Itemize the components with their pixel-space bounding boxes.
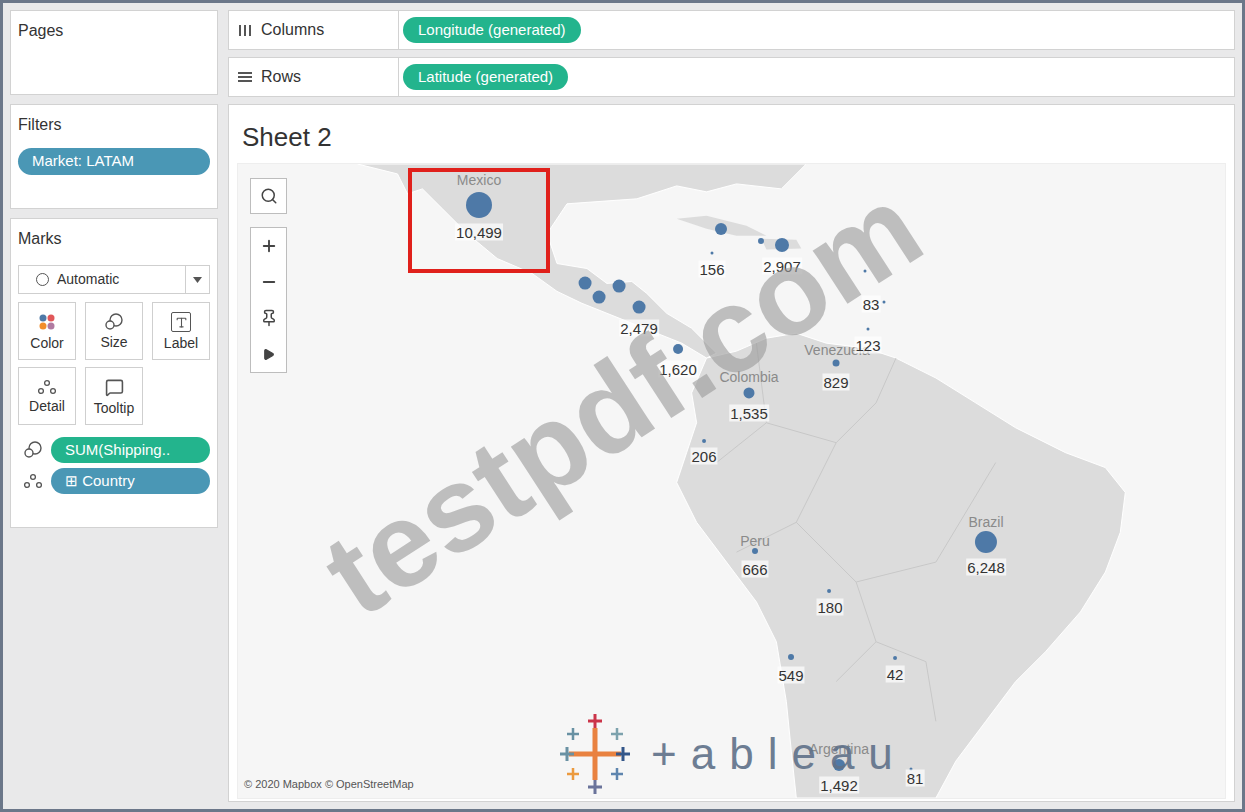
point-label: 1,620 <box>658 361 698 378</box>
play-icon <box>262 348 275 361</box>
map[interactable]: MexicoVenezuelaColombiaPeruBrazilArgenti… <box>237 163 1226 799</box>
map-point[interactable] <box>711 252 714 255</box>
map-background <box>238 164 1225 798</box>
marks-card: Marks Automatic ColorSizeLabel DetailToolti… <box>10 218 218 528</box>
point-label: 666 <box>741 561 768 578</box>
mark-button[interactable]: Size <box>85 302 143 360</box>
expand-button[interactable] <box>251 336 286 372</box>
detail-icon <box>37 379 57 395</box>
point-label: 549 <box>777 667 804 684</box>
field-pill[interactable]: ⊞ Country <box>51 468 210 494</box>
point-label: 2,479 <box>619 320 659 337</box>
map-point[interactable] <box>864 270 867 273</box>
map-point[interactable] <box>893 656 897 660</box>
tooltip-icon <box>105 378 124 397</box>
map-point[interactable] <box>633 301 646 314</box>
plus-icon <box>260 237 278 255</box>
tableau-window: Pages Filters Market: LATAM Marks Automatic C… <box>0 0 1245 812</box>
country-label: Brazil <box>968 512 1003 533</box>
map-point[interactable] <box>673 344 683 354</box>
mark-type-dropdown[interactable]: Automatic <box>18 265 210 294</box>
search-icon <box>260 187 278 205</box>
tableau-logo: +ableau <box>553 714 907 794</box>
selection-box <box>408 168 550 273</box>
point-label: 81 <box>906 770 925 787</box>
map-point[interactable] <box>743 387 754 398</box>
detail-encoding-icon <box>23 473 43 489</box>
pages-card: Pages <box>10 10 218 95</box>
size-encoding-icon <box>23 441 43 459</box>
country-label: Mexico <box>457 170 501 191</box>
map-point[interactable] <box>788 654 794 660</box>
minus-icon <box>260 273 278 291</box>
map-point[interactable] <box>466 192 492 218</box>
map-point[interactable] <box>883 301 886 304</box>
filters-card: Filters Market: LATAM <box>10 104 218 209</box>
shelf: ColumnsLongitude (generated) <box>228 10 1235 50</box>
search-button[interactable] <box>250 178 287 214</box>
map-controls <box>250 178 287 373</box>
point-label: 1,492 <box>819 777 859 794</box>
point-label: 2,907 <box>762 258 802 275</box>
shelf-pill[interactable]: Longitude (generated) <box>403 17 581 43</box>
watermark: testpdf.com <box>304 164 940 635</box>
size-icon <box>104 313 124 331</box>
map-point[interactable] <box>593 291 606 304</box>
map-point[interactable] <box>758 238 764 244</box>
map-point[interactable] <box>715 223 727 235</box>
map-point[interactable] <box>613 280 626 293</box>
zoom-out-button[interactable] <box>251 264 286 300</box>
sheet-title: Sheet 2 <box>229 105 1234 163</box>
pin-icon <box>260 309 278 327</box>
point-label: 156 <box>698 261 725 278</box>
point-label: 1,535 <box>729 405 769 422</box>
map-point[interactable] <box>752 548 758 554</box>
mark-button[interactable]: Color <box>18 302 76 360</box>
zoom-in-button[interactable] <box>251 228 286 264</box>
color-icon <box>37 312 57 332</box>
tableau-cross-icon <box>553 714 637 794</box>
map-attribution: © 2020 Mapbox © OpenStreetMap <box>244 776 414 793</box>
point-label: 42 <box>886 666 905 683</box>
sidebar: Pages Filters Market: LATAM Marks Automatic C… <box>10 10 218 802</box>
shelf-pill[interactable]: Latitude (generated) <box>403 64 568 90</box>
map-point[interactable] <box>702 439 706 443</box>
circle-icon <box>36 273 49 286</box>
map-point[interactable] <box>827 589 831 593</box>
rows-icon <box>237 70 253 84</box>
mark-field: ⊞ Country <box>18 468 210 494</box>
shelf: RowsLatitude (generated) <box>228 57 1235 97</box>
map-point[interactable] <box>579 277 592 290</box>
point-label: 83 <box>862 296 881 313</box>
map-point[interactable] <box>833 360 840 367</box>
map-point[interactable] <box>867 328 870 331</box>
caret-icon <box>193 277 202 283</box>
point-label: 6,248 <box>966 559 1006 576</box>
mark-button[interactable]: Detail <box>18 367 76 425</box>
map-point[interactable] <box>975 531 997 553</box>
mark-button[interactable]: Label <box>152 302 210 360</box>
label-icon <box>171 312 191 332</box>
worksheet: Sheet 2MexicoVenezuelaColombiaPeruBrazil… <box>228 104 1235 802</box>
point-label: 123 <box>854 337 881 354</box>
pin-button[interactable] <box>251 300 286 336</box>
filter-pill[interactable]: Market: LATAM <box>18 148 210 175</box>
field-pill[interactable]: SUM(Shipping.. <box>51 437 210 463</box>
point-label: 829 <box>822 374 849 391</box>
point-label: 206 <box>690 448 717 465</box>
country-label: Colombia <box>719 367 778 388</box>
point-label: 180 <box>816 599 843 616</box>
tableau-wordmark: +ableau <box>651 732 907 776</box>
card-title: Filters <box>18 115 210 135</box>
point-label: 10,499 <box>455 224 503 241</box>
card-title: Marks <box>18 229 210 249</box>
mark-button[interactable]: Tooltip <box>85 367 143 425</box>
card-title: Pages <box>18 21 210 41</box>
mark-field: SUM(Shipping.. <box>18 437 210 463</box>
map-point[interactable] <box>775 238 789 252</box>
columns-icon <box>237 23 253 37</box>
